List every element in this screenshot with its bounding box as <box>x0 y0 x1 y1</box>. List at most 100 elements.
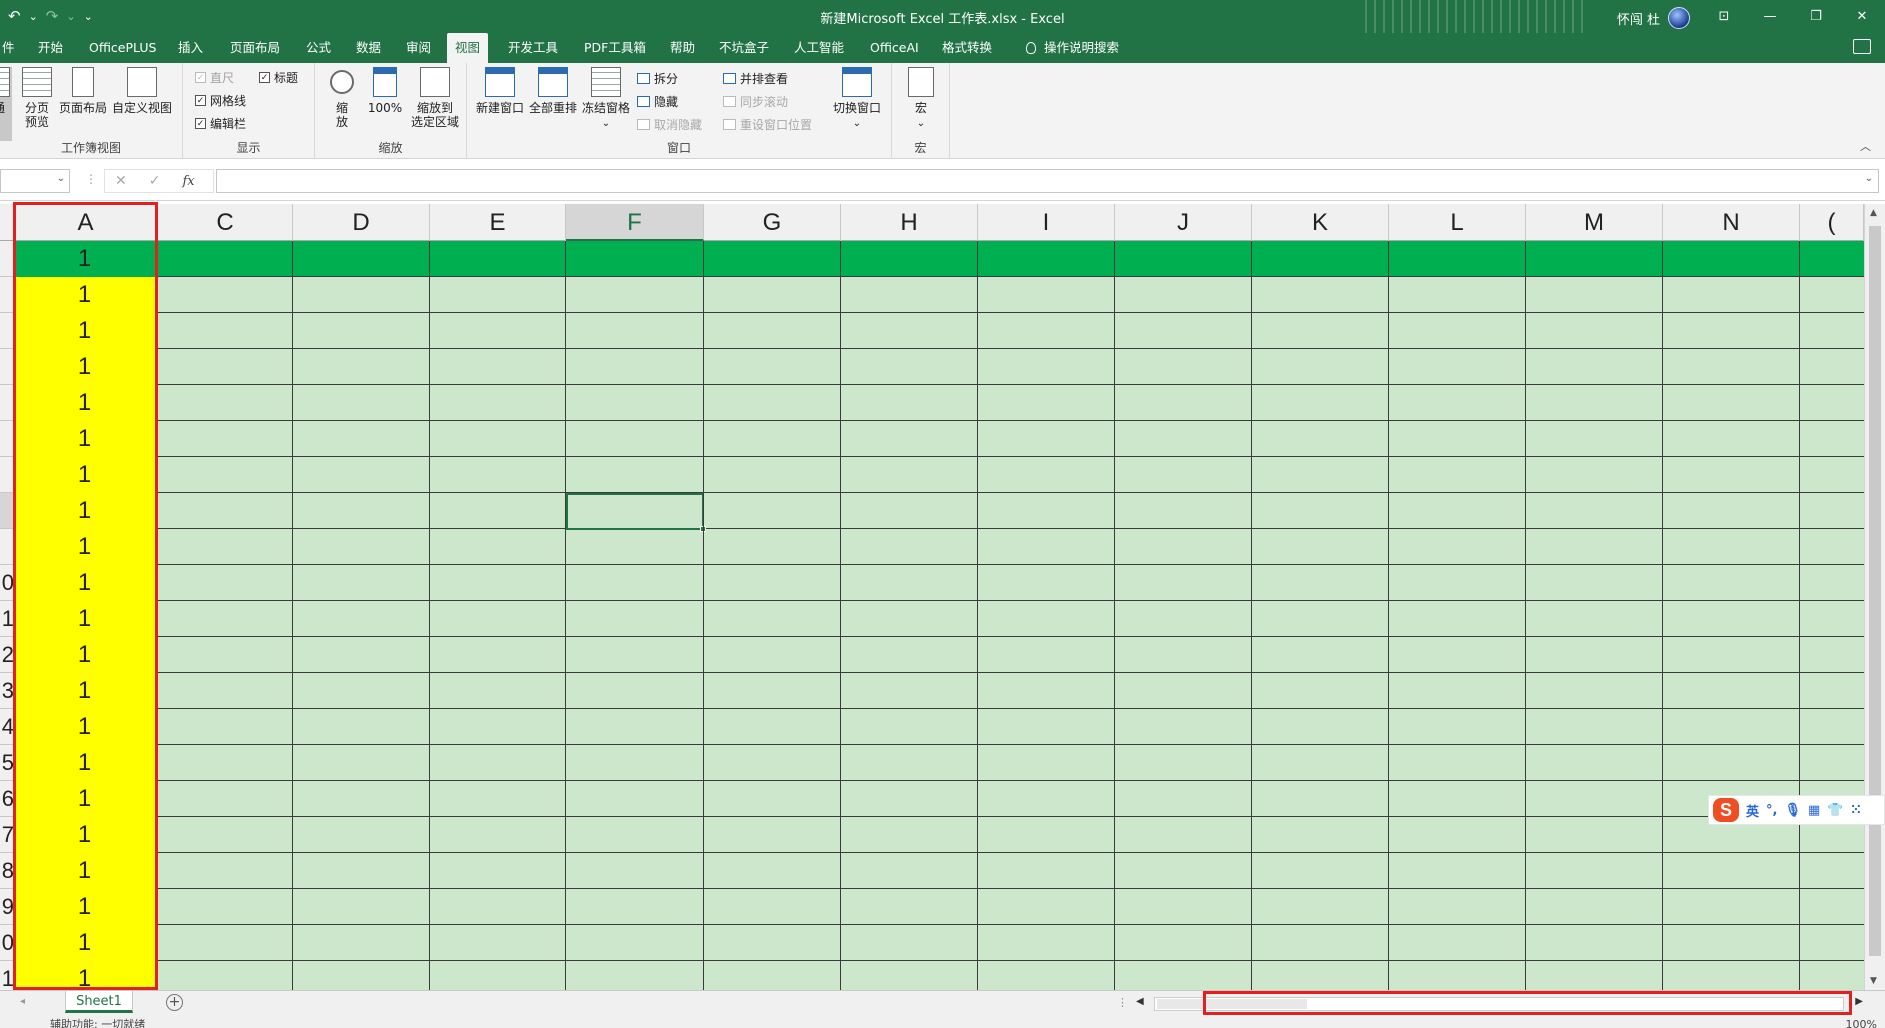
column-header[interactable]: H <box>841 204 978 241</box>
row-header[interactable]: 6 <box>0 781 14 817</box>
zoom-button[interactable]: 缩 放 <box>327 67 357 129</box>
column-header[interactable]: E <box>430 204 566 241</box>
sheet-nav-icon[interactable]: ◂ <box>20 996 25 1007</box>
tab-split-handle[interactable]: ⋮ <box>1117 996 1128 1009</box>
tab-home[interactable]: 开始 <box>30 33 71 63</box>
restore-button[interactable]: ❐ <box>1793 0 1839 33</box>
close-button[interactable]: ✕ <box>1839 0 1885 33</box>
row-header[interactable]: 7 <box>0 817 14 853</box>
tab-page-layout[interactable]: 页面布局 <box>222 33 288 63</box>
tab-bukeng-box[interactable]: 不坑盒子 <box>711 33 777 63</box>
row-header[interactable] <box>0 349 14 385</box>
column-header[interactable]: G <box>704 204 841 241</box>
column-header[interactable]: N <box>1663 204 1800 241</box>
ime-voice-icon[interactable]: 🎙 <box>1784 803 1801 818</box>
row-header[interactable]: 8 <box>0 853 14 889</box>
tab-insert[interactable]: 插入 <box>170 33 211 63</box>
headings-checkbox[interactable]: ✓ 标题 <box>259 69 298 86</box>
zoom-100-button[interactable]: 100% <box>365 67 405 115</box>
tab-data[interactable]: 数据 <box>348 33 389 63</box>
row-header[interactable]: 1 <box>0 961 14 990</box>
worksheet-grid[interactable]: A C D E F G H I J K L M N( 012345678901 111111111111… <box>0 204 1864 990</box>
ime-toolbox-icon[interactable]: ⁙ <box>1850 803 1861 818</box>
active-cell-selection[interactable] <box>566 493 706 532</box>
split-button[interactable]: 拆分 <box>637 70 678 87</box>
column-header[interactable]: J <box>1115 204 1252 241</box>
column-header[interactable]: I <box>978 204 1115 241</box>
vertical-scrollbar[interactable]: ▲ ▼ <box>1864 204 1885 990</box>
name-box-dropdown-icon[interactable]: ⌄ <box>57 173 65 184</box>
tab-pdf-tools[interactable]: PDF工具箱 <box>576 33 654 63</box>
ribbon-display-options-icon[interactable]: ⊡ <box>1701 0 1747 33</box>
page-break-preview-button[interactable]: 分页 预览 <box>18 67 56 129</box>
ime-punctuation-icon[interactable]: °, <box>1766 803 1777 818</box>
zoom-level[interactable]: 100% <box>1846 1018 1877 1028</box>
tell-me-search[interactable]: 操作说明搜索 <box>1018 33 1127 63</box>
name-box[interactable]: ⌄ <box>0 169 70 193</box>
ime-language-toggle[interactable]: 英 <box>1746 801 1759 820</box>
column-header[interactable]: ( <box>1800 204 1864 241</box>
tab-review[interactable]: 审阅 <box>398 33 439 63</box>
custom-views-button[interactable]: 自定义视图 <box>110 67 174 115</box>
row-header[interactable] <box>0 457 14 493</box>
scroll-right-icon[interactable]: ▶ <box>1855 996 1863 1007</box>
column-header[interactable]: F <box>566 204 704 241</box>
reset-window-position-button[interactable]: 重设窗口位置 <box>723 116 812 133</box>
tab-format-convert[interactable]: 格式转换 <box>934 33 1000 63</box>
gridlines-checkbox[interactable]: ✓ 网格线 <box>195 92 246 109</box>
avatar[interactable] <box>1668 7 1690 29</box>
tab-help[interactable]: 帮助 <box>662 33 703 63</box>
new-window-button[interactable]: 新建窗口 <box>475 67 525 115</box>
hide-button[interactable]: 隐藏 <box>637 93 678 110</box>
zoom-to-selection-button[interactable]: 缩放到 选定区域 <box>407 67 463 129</box>
row-header[interactable] <box>0 241 14 277</box>
row-header[interactable] <box>0 529 14 565</box>
view-side-by-side-button[interactable]: 并排查看 <box>723 70 788 87</box>
row-header[interactable]: 0 <box>0 565 14 601</box>
ruler-checkbox[interactable]: ✓ 直尺 <box>195 69 234 86</box>
row-header[interactable]: 3 <box>0 673 14 709</box>
row-header[interactable] <box>0 493 14 529</box>
minimize-button[interactable]: — <box>1747 0 1793 33</box>
tab-file[interactable]: 件 <box>0 33 23 63</box>
sheet-tab-sheet1[interactable]: Sheet1 <box>65 991 133 1013</box>
column-header[interactable]: C <box>158 204 293 241</box>
insert-function-icon[interactable]: fx <box>182 174 194 189</box>
freeze-panes-button[interactable]: 冻结窗格 ⌄ <box>581 67 631 131</box>
column-header[interactable]: K <box>1252 204 1389 241</box>
synchronous-scrolling-button[interactable]: 同步滚动 <box>723 93 788 110</box>
row-header[interactable] <box>0 385 14 421</box>
row-header[interactable]: 4 <box>0 709 14 745</box>
formula-input[interactable]: ⌄ <box>216 169 1879 193</box>
switch-windows-button[interactable]: 切换窗口 ⌄ <box>829 67 885 131</box>
formula-bar-checkbox[interactable]: ✓ 编辑栏 <box>195 115 246 132</box>
row-header[interactable]: 9 <box>0 889 14 925</box>
page-layout-view-button[interactable]: 页面布局 <box>58 67 108 115</box>
tab-formulas[interactable]: 公式 <box>298 33 339 63</box>
ime-toolbar[interactable]: S 英 °, 🎙 ▦ 👕 ⁙ <box>1708 795 1885 825</box>
scroll-left-icon[interactable]: ◀ <box>1136 996 1144 1007</box>
row-header[interactable]: 2 <box>0 637 14 673</box>
confirm-entry-icon[interactable]: ✓ <box>149 173 161 189</box>
vertical-scroll-thumb[interactable] <box>1869 226 1881 956</box>
add-sheet-button[interactable]: + <box>166 994 183 1011</box>
row-header[interactable] <box>0 277 14 313</box>
column-header[interactable]: M <box>1526 204 1663 241</box>
collapse-ribbon-icon[interactable]: ︿ <box>1860 138 1871 154</box>
ime-keyboard-icon[interactable]: ▦ <box>1808 803 1820 818</box>
column-header[interactable]: L <box>1389 204 1526 241</box>
tab-officeplus[interactable]: OfficePLUS <box>81 33 164 63</box>
ime-skin-icon[interactable]: 👕 <box>1827 803 1843 818</box>
sogou-logo-icon[interactable]: S <box>1713 798 1739 822</box>
account[interactable]: 怀闯 杜 <box>1617 7 1690 29</box>
scroll-down-icon[interactable]: ▼ <box>1870 976 1877 986</box>
macros-button[interactable]: 宏 ⌄ <box>904 67 938 131</box>
arrange-all-button[interactable]: 全部重排 <box>528 67 578 115</box>
tab-view[interactable]: 视图 <box>447 33 489 63</box>
scroll-up-icon[interactable]: ▲ <box>1870 208 1877 218</box>
tab-developer[interactable]: 开发工具 <box>500 33 566 63</box>
tab-ai[interactable]: 人工智能 <box>786 33 852 63</box>
row-header[interactable]: 0 <box>0 925 14 961</box>
tab-officeai[interactable]: OfficeAI <box>862 33 927 63</box>
row-header[interactable]: 5 <box>0 745 14 781</box>
